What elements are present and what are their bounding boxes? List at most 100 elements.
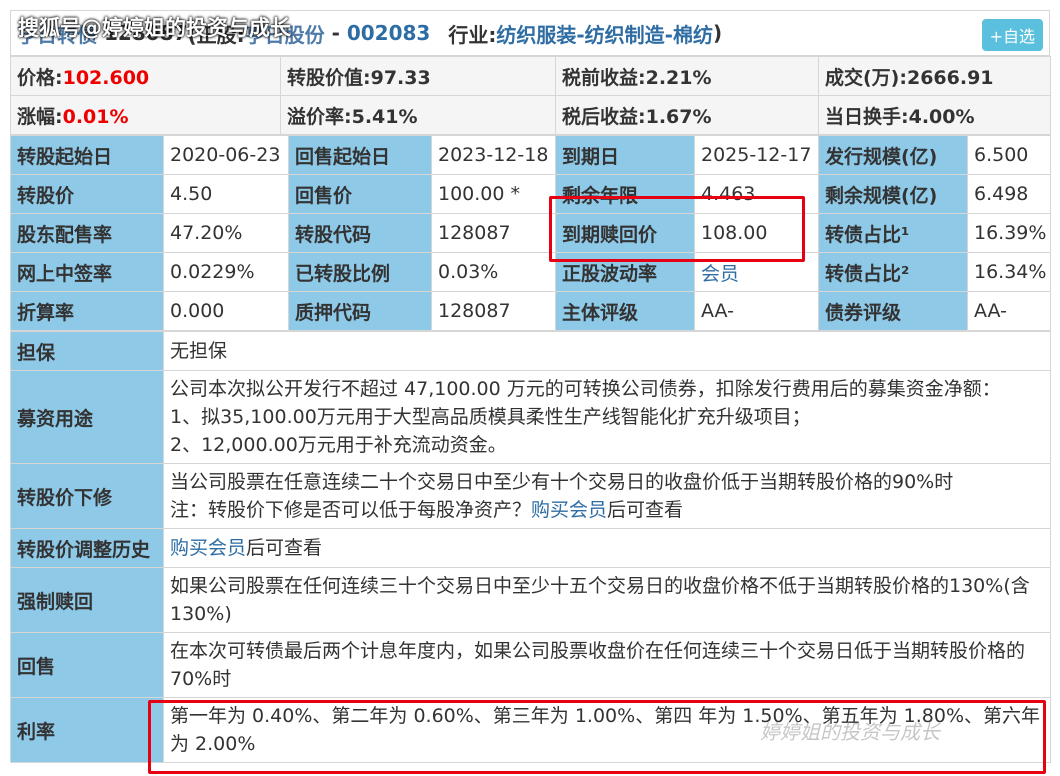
summary-value: 2.21% (645, 66, 712, 89)
detail-line: 1、拟35,100.00万元用于大型高品质模具柔性生产线智能化扩充升级项目； (170, 406, 811, 428)
note-suffix: 后可查看 (246, 537, 323, 559)
grid-value: 2023-12-18 (431, 135, 556, 175)
grid-value: AA- (967, 291, 1051, 331)
summary-table: 价格:102.600 转股价值:97.33 税前收益:2.21% 成交(万):2666… (10, 56, 1051, 135)
grid-row: 折算率 0.000 质押代码 128087 主体评级 AA- 债券评级 AA- (10, 291, 1051, 331)
grid-value: 6.500 (967, 135, 1051, 175)
detail-value: 公司本次拟公开发行不超过 47,100.00 万元的可转换公司债券，扣除发行费用… (163, 370, 1051, 464)
grid-value: 128087 (431, 291, 556, 331)
note-suffix: 后可查看 (607, 499, 684, 521)
detail-label: 转股价调整历史 (10, 528, 164, 568)
grid-value: 2020-06-23 (163, 135, 289, 175)
detail-table: 担保 无担保 募资用途 公司本次拟公开发行不超过 47,100.00 万元的可转换公司… (10, 331, 1051, 763)
grid-value: 100.00 * (431, 174, 556, 214)
detail-line: 如果公司股票在任何连续三十个交易日中至少十五个交易日的收盘价格不低于当期转股价格… (170, 575, 1030, 625)
summary-label: 涨幅: (17, 105, 63, 128)
summary-value: 97.33 (370, 66, 431, 89)
detail-line: 公司本次拟公开发行不超过 47,100.00 万元的可转换公司债券，扣除发行费用… (170, 378, 1001, 400)
grid-label: 已转股比例 (288, 252, 432, 292)
summary-label: 成交(万): (825, 66, 907, 89)
detail-label: 募资用途 (10, 370, 164, 464)
detail-line: 2、12,000.00万元用于补充流动资金。 (170, 434, 507, 456)
detail-row: 转股价调整历史 购买会员后可查看 (10, 528, 1051, 568)
summary-label: 溢价率: (287, 105, 352, 128)
detail-label: 转股价下修 (10, 463, 164, 529)
summary-value: 2666.91 (906, 66, 994, 89)
industry-link[interactable]: 纺织服装-纺织制造-棉纺 (496, 19, 713, 48)
grid-label: 折算率 (10, 291, 164, 331)
detail-label: 强制赎回 (10, 567, 164, 633)
site-watermark: 搜狐号@婷婷姐的投资与成长 (18, 16, 291, 40)
grid-label: 转股起始日 (10, 135, 164, 175)
highlight-box-redemption (549, 196, 805, 262)
summary-value: 102.600 (62, 66, 150, 89)
summary-cell: 当日换手:4.00% (818, 95, 1051, 135)
summary-cell: 涨幅:0.01% (10, 95, 281, 135)
detail-value: 当公司股票在任意连续二十个交易日中至少有十个交易日的收盘价低于当期转股价格的90… (163, 463, 1051, 529)
summary-cell: 税后收益:1.67% (555, 95, 819, 135)
grid-value: AA- (694, 291, 819, 331)
summary-cell: 税前收益:2.21% (555, 56, 819, 96)
grid-value: 16.39% (967, 213, 1051, 253)
header-close-paren: ) (712, 21, 723, 45)
detail-line: 购买会员后可查看 (170, 534, 1044, 562)
grid-label: 股东配售率 (10, 213, 164, 253)
info-grid: 转股起始日 2020-06-23 回售起始日 2023-12-18 到期日 2025-12… (10, 135, 1051, 331)
summary-cell: 成交(万):2666.91 (818, 56, 1051, 96)
detail-value: 购买会员后可查看 (163, 528, 1051, 568)
grid-label: 债券评级 (818, 291, 968, 331)
detail-row: 回售 在本次可转债最后两个计息年度内，如果公司股票收盘价在任何连续三十个交易日低于… (10, 632, 1051, 698)
detail-row: 担保 无担保 (10, 331, 1051, 371)
grid-label: 剩余规模(亿) (818, 174, 968, 214)
grid-value: 0.0229% (163, 252, 289, 292)
grid-value: 6.498 (967, 174, 1051, 214)
grid-label: 发行规模(亿) (818, 135, 968, 175)
grid-value: 0.000 (163, 291, 289, 331)
grid-value: 2025-12-17 (694, 135, 819, 175)
summary-label: 价格: (17, 66, 63, 89)
grid-label: 转股代码 (288, 213, 432, 253)
detail-line: 无担保 (170, 340, 228, 362)
summary-value: 0.01% (62, 105, 129, 128)
grid-value: 16.34% (967, 252, 1051, 292)
note-text: 注：转股价下修是否可以低于每股净资产？ (170, 499, 532, 521)
summary-value: 5.41% (351, 105, 418, 128)
detail-label: 担保 (10, 331, 164, 371)
grid-label: 到期日 (555, 135, 695, 175)
summary-value: 4.00% (908, 105, 975, 128)
grid-row: 转股价 4.50 回售价 100.00 * 剩余年限 4.463 剩余规模(亿) 6.498 (10, 174, 1051, 214)
summary-cell: 溢价率:5.41% (280, 95, 556, 135)
summary-value: 1.67% (645, 105, 712, 128)
grid-label: 转债占比¹ (818, 213, 968, 253)
detail-value: 无担保 (163, 331, 1051, 371)
summary-cell: 价格:102.600 (10, 56, 281, 96)
corner-watermark: 婷婷姐的投资与成长 (760, 720, 940, 744)
grid-value: 47.20% (163, 213, 289, 253)
grid-label: 回售价 (288, 174, 432, 214)
detail-label: 利率 (10, 697, 164, 763)
detail-label: 回售 (10, 632, 164, 698)
detail-row: 募资用途 公司本次拟公开发行不超过 47,100.00 万元的可转换公司债券，扣除… (10, 370, 1051, 464)
grid-label: 网上中签率 (10, 252, 164, 292)
summary-row: 价格:102.600 转股价值:97.33 税前收益:2.21% 成交(万):2666… (10, 56, 1051, 96)
detail-note: 注：转股价下修是否可以低于每股净资产？购买会员后可查看 (170, 496, 1044, 524)
detail-line: 当公司股票在任意连续二十个交易日中至少有十个交易日的收盘价低于当期转股价格的90… (170, 471, 954, 493)
detail-value: 在本次可转债最后两个计息年度内，如果公司股票收盘价在任何连续三十个交易日低于当期… (163, 632, 1051, 698)
summary-label: 当日换手: (825, 105, 909, 128)
stock-code-link[interactable]: 002083 (347, 21, 431, 45)
buy-member-link[interactable]: 购买会员 (170, 537, 246, 559)
grid-value: 128087 (431, 213, 556, 253)
grid-label: 质押代码 (288, 291, 432, 331)
grid-label: 转股价 (10, 174, 164, 214)
add-watchlist-button[interactable]: +自选 (981, 19, 1043, 51)
summary-label: 税前收益: (562, 66, 646, 89)
detail-line: 在本次可转债最后两个计息年度内，如果公司股票收盘价在任何连续三十个交易日低于当期… (170, 640, 1026, 690)
grid-label: 回售起始日 (288, 135, 432, 175)
summary-row: 涨幅:0.01% 溢价率:5.41% 税后收益:1.67% 当日换手:4.00% (10, 95, 1051, 135)
summary-label: 税后收益: (562, 105, 646, 128)
bond-detail-panel: 亨日转债 128087 (正股: 亨日股份 - 002083 行业: 纺织服装-… (10, 10, 1051, 763)
grid-value: 4.50 (163, 174, 289, 214)
buy-member-link[interactable]: 购买会员 (531, 499, 607, 521)
grid-row: 股东配售率 47.20% 转股代码 128087 到期赎回价 108.00 转债占比¹ 16.… (10, 213, 1051, 253)
grid-row: 网上中签率 0.0229% 已转股比例 0.03% 正股波动率 会员 转债占比² 16.34% (10, 252, 1051, 292)
